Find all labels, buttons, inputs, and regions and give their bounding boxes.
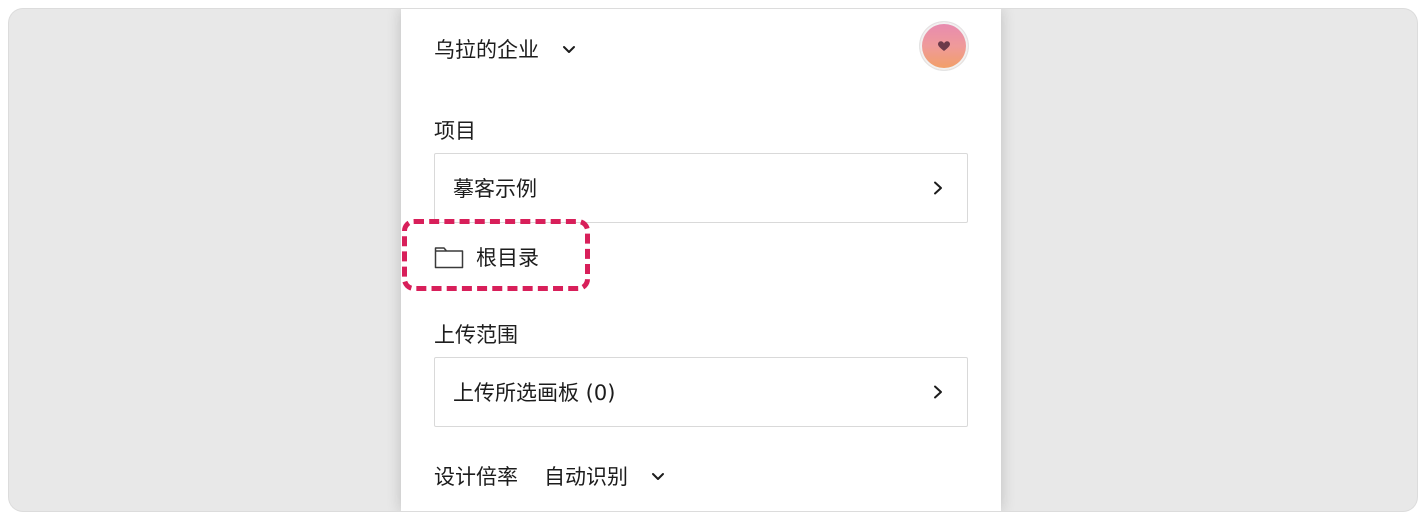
chevron-down-icon (563, 46, 575, 53)
upload-panel: 乌拉的企业 项目 摹客示例 根目录 上传范围 上传所选画板 (0) 设计倍率 自… (401, 9, 1001, 511)
folder-icon (434, 247, 464, 269)
org-selector[interactable]: 乌拉的企业 (434, 35, 577, 63)
design-scale-value: 自动识别 (544, 465, 628, 489)
project-label: 项目 (434, 119, 476, 143)
chevron-right-icon (934, 385, 942, 399)
design-scale-label: 设计倍率 (434, 465, 518, 489)
folder-selector[interactable]: 根目录 (434, 239, 539, 275)
upload-scope-value: 上传所选画板 (0) (453, 381, 616, 405)
chevron-right-icon (934, 181, 942, 195)
avatar[interactable] (920, 22, 968, 70)
heart-icon (938, 41, 950, 51)
upload-scope-label: 上传范围 (434, 323, 518, 347)
folder-label: 根目录 (476, 246, 539, 270)
design-scale-dropdown[interactable]: 自动识别 (544, 461, 666, 491)
project-value: 摹客示例 (453, 177, 537, 201)
design-scale-row: 设计倍率 自动识别 (434, 461, 666, 491)
chevron-down-icon (652, 473, 664, 480)
upload-scope-select[interactable]: 上传所选画板 (0) (434, 357, 968, 427)
org-name: 乌拉的企业 (434, 38, 539, 62)
project-select[interactable]: 摹客示例 (434, 153, 968, 223)
app-window: 乌拉的企业 项目 摹客示例 根目录 上传范围 上传所选画板 (0) 设计倍率 自… (9, 9, 1417, 511)
